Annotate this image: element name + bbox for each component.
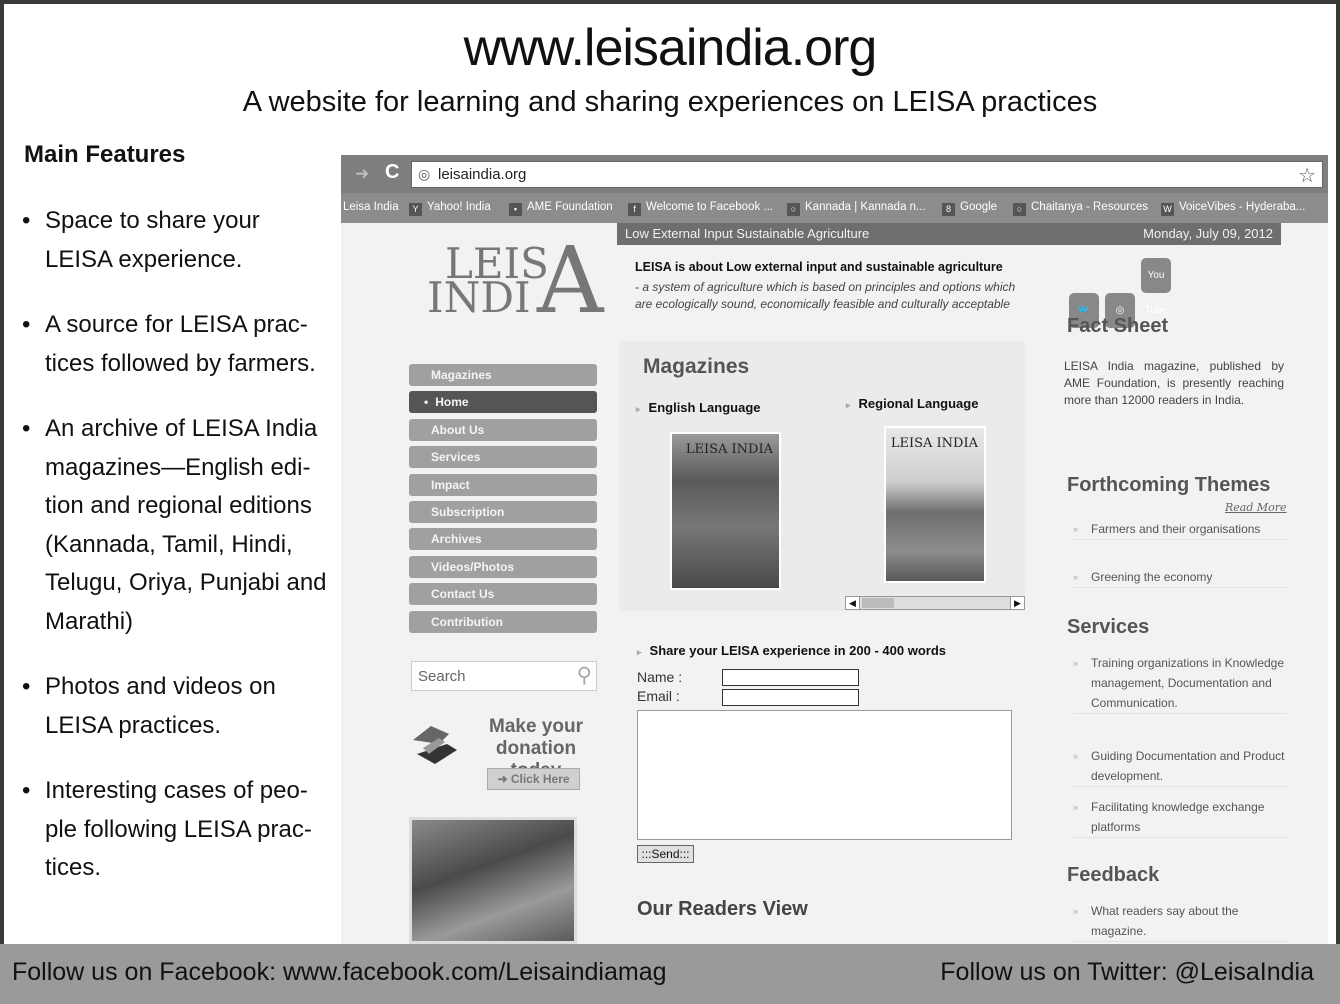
fact-sheet-text: LEISA India magazine, published by AME F… [1064, 359, 1284, 407]
feedback-heading: Feedback [1067, 864, 1160, 886]
address-bar[interactable]: ◎ leisaindia.org ☆ [411, 161, 1323, 188]
tagline: A website for learning and sharing exper… [242, 86, 1098, 118]
bookmark-star-icon[interactable]: ☆ [1298, 163, 1316, 188]
url-text[interactable]: leisaindia.org [438, 166, 526, 183]
regional-language-link[interactable]: ▸ Regional Language [846, 396, 978, 411]
feature-item: • An archive of LEISA India magazines—Eng… [22, 415, 327, 635]
topbar-tagline: Low External Input Sustainable Agricultu… [625, 226, 870, 241]
email-field[interactable] [722, 689, 859, 706]
search-icon[interactable]: ⚲ [577, 663, 592, 688]
kannada-icon: ○ [787, 203, 800, 216]
features-heading: Main Features [24, 141, 186, 168]
bookmarks-bar: Leisa India Y Yahoo! India ▪ AME Foundatio… [341, 193, 1328, 223]
regional-magazine-cover[interactable]: LEISA INDIA [884, 426, 986, 583]
theme-item[interactable]: » Greening the economy [1073, 567, 1287, 588]
menu-item-contact-us[interactable]: Contact Us [409, 583, 597, 606]
feature-item: • A source for LEISA prac-tices followed … [22, 311, 316, 377]
fact-sheet-heading: Fact Sheet [1067, 315, 1169, 337]
site-title: www.leisaindia.org [463, 19, 878, 77]
voicevibes-icon: W [1161, 203, 1174, 216]
forthcoming-themes-heading: Forthcoming Themes [1067, 474, 1271, 496]
topbar-date: Monday, July 09, 2012 [1143, 226, 1273, 241]
theme-item[interactable]: » Farmers and their organisations [1073, 519, 1287, 540]
name-label: Name : [637, 669, 683, 685]
horizontal-scrollbar[interactable]: ◀ ▶ [845, 596, 1025, 610]
click-here-button[interactable]: ➜ Click Here [487, 768, 580, 790]
scroll-thumb[interactable] [862, 598, 894, 608]
menu-item-archives[interactable]: Archives [409, 528, 597, 551]
reload-icon[interactable]: C [385, 161, 399, 184]
bookmark-item[interactable]: ○ Chaitanya - Resources [1013, 201, 1148, 216]
forward-arrow-icon[interactable]: ➜ [355, 164, 369, 184]
features-list: • Space to share your LEISA experience. •… [22, 202, 332, 915]
chaitanya-icon: ○ [1013, 203, 1026, 216]
feature-item: • Interesting cases of peo-ple following … [22, 777, 312, 881]
bookmark-item[interactable]: W VoiceVibes - Hyderaba... [1161, 201, 1305, 216]
bookmark-item[interactable]: ○ Kannada | Kannada n... [787, 201, 926, 216]
arrow-icon: ➜ [497, 772, 511, 786]
logo-text: INDI [427, 273, 531, 322]
leisa-india-logo[interactable]: LEIS INDI A [409, 227, 603, 334]
menu-item-contribution[interactable]: Contribution [409, 610, 597, 633]
bookmark-item[interactable]: Leisa India [343, 201, 399, 213]
cover-title: LEISA INDIA [890, 436, 978, 451]
services-heading: Services [1067, 616, 1150, 638]
main-menu: Magazines Home About Us Services Impact … [409, 364, 597, 638]
bookmark-item[interactable]: Y Yahoo! India [409, 201, 491, 216]
website-screenshot: ➜ C ◎ leisaindia.org ☆ Leisa India Y Yaho… [341, 155, 1328, 944]
service-item[interactable]: » Facilitating knowledge exchange platfor… [1073, 797, 1287, 838]
facebook-text: Follow us on Facebook: www.facebook.com/… [12, 958, 667, 986]
cover-title: LEISA INDIA [685, 442, 773, 457]
magazines-heading: Magazines [643, 355, 750, 378]
feature-item: • Space to share your LEISA experience. [22, 207, 260, 273]
farm-photo [409, 817, 577, 944]
handshake-icon [413, 726, 457, 764]
scroll-left-icon[interactable]: ◀ [846, 597, 860, 609]
menu-item-impact[interactable]: Impact [409, 473, 597, 496]
read-more-link[interactable]: Read More [1225, 501, 1287, 514]
search-placeholder: Search [418, 668, 466, 685]
message-textarea[interactable] [637, 710, 1012, 840]
menu-item-magazines[interactable]: Magazines [409, 364, 597, 386]
google-icon: 8 [942, 203, 955, 216]
english-language-link[interactable]: ▸ English Language [636, 400, 761, 415]
menu-item-about-us[interactable]: About Us [409, 418, 597, 441]
about-text: - a system of agriculture which is based… [635, 280, 1016, 311]
feature-item: • Photos and videos on LEISA practices. [22, 673, 276, 739]
foundation-icon: ▪ [509, 203, 522, 216]
readers-view-heading: Our Readers View [637, 898, 808, 920]
menu-item-subscription[interactable]: Subscription [409, 500, 597, 523]
web-page: LEIS INDI A Magazines Home About Us Serv… [341, 223, 1328, 944]
feedback-item[interactable]: » What readers say about the magazine. [1073, 901, 1287, 942]
click-here-label: Click Here [510, 772, 570, 786]
logo-text: A [537, 227, 604, 334]
browser-toolbar: ➜ C ◎ leisaindia.org ☆ [341, 155, 1328, 193]
english-magazine-cover[interactable]: LEISA INDIA [670, 432, 781, 590]
search-input[interactable]: Search ⚲ [411, 661, 597, 691]
footer: Follow us on Facebook: www.facebook.com/… [0, 944, 1340, 1004]
twitter-text: Follow us on Twitter: @LeisaIndia [940, 958, 1314, 986]
name-field[interactable] [722, 669, 859, 686]
about-heading: LEISA is about Low external input and su… [635, 260, 1003, 274]
email-label: Email : [637, 688, 680, 704]
globe-icon: ◎ [418, 166, 431, 182]
bookmark-item[interactable]: 8 Google [942, 201, 997, 216]
yahoo-icon: Y [409, 203, 422, 216]
share-heading: ▸ Share your LEISA experience in 200 - 40… [637, 643, 947, 658]
facebook-icon: f [628, 203, 641, 216]
bookmark-item[interactable]: ▪ AME Foundation [509, 201, 613, 216]
site-topbar: Low External Input Sustainable Agricultu… [617, 223, 1281, 245]
menu-item-videos-photos[interactable]: Videos/Photos [409, 555, 597, 578]
scroll-right-icon[interactable]: ▶ [1010, 597, 1024, 609]
send-button[interactable]: :::Send::: [637, 845, 694, 863]
service-item[interactable]: » Guiding Documentation and Product devel… [1073, 746, 1287, 787]
youtube-icon[interactable]: You Tube [1141, 258, 1171, 316]
bookmark-item[interactable]: f Welcome to Facebook ... [628, 201, 773, 216]
menu-item-home[interactable]: Home [409, 391, 597, 414]
service-item[interactable]: » Training organizations in Knowledge man… [1073, 653, 1287, 714]
menu-item-services[interactable]: Services [409, 446, 597, 469]
